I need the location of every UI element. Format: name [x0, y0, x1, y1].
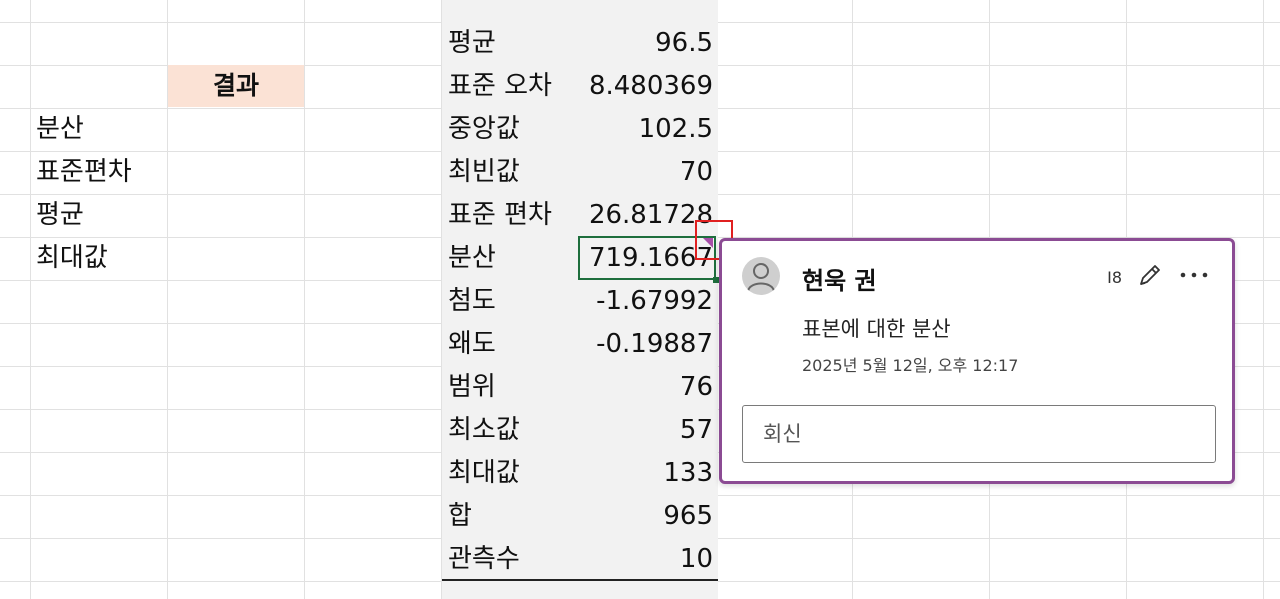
- stat-value-cell[interactable]: 57: [560, 409, 713, 452]
- stat-value-cell[interactable]: 96.5: [560, 22, 713, 65]
- comment-header-actions: I8: [1107, 261, 1210, 293]
- stat-value-cell[interactable]: 70: [560, 151, 713, 194]
- pencil-icon[interactable]: [1136, 261, 1164, 293]
- comment-card: 현욱 권 I8 표본에 대한 분산 2025년 5월 12일, 오후 12:17: [719, 238, 1235, 484]
- stat-value-cell[interactable]: 26.81728: [560, 194, 713, 237]
- stat-value-cell[interactable]: 76: [560, 366, 713, 409]
- stat-value-cell[interactable]: 965: [560, 495, 713, 538]
- reply-input[interactable]: [742, 405, 1216, 463]
- stat-value-cell[interactable]: 133: [560, 452, 713, 495]
- avatar: [742, 257, 780, 295]
- comment-header-badge: I8: [1107, 267, 1122, 287]
- comment-timestamp: 2025년 5월 12일, 오후 12:17: [802, 356, 1019, 375]
- label-cell[interactable]: 평균: [36, 194, 166, 237]
- result-header-cell[interactable]: 결과: [168, 65, 304, 107]
- comment-author: 현욱 권: [802, 267, 877, 295]
- label-cell[interactable]: 최대값: [36, 237, 166, 280]
- label-cell[interactable]: 분산: [36, 108, 166, 151]
- person-icon: [747, 263, 775, 292]
- stat-value-cell[interactable]: 102.5: [560, 108, 713, 151]
- stat-value-cell[interactable]: 10: [560, 538, 713, 581]
- stat-value-cell[interactable]: -1.67992: [560, 280, 713, 323]
- more-horizontal-icon[interactable]: [1178, 261, 1210, 293]
- comment-text: 표본에 대한 분산: [802, 317, 951, 341]
- stat-value-cell[interactable]: -0.19887: [560, 323, 713, 366]
- label-cell[interactable]: 표준편차: [36, 151, 166, 194]
- stat-value-cell[interactable]: 8.480369: [560, 65, 713, 108]
